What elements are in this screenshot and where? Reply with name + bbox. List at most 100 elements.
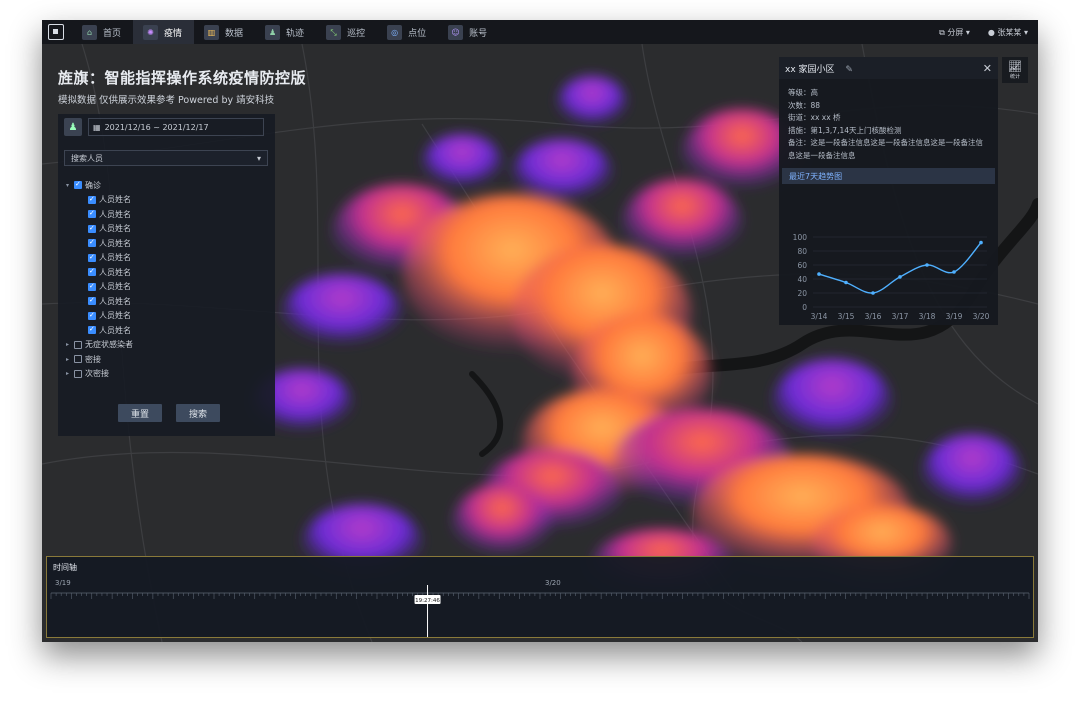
tree-child[interactable]: 人员姓名 <box>66 207 133 222</box>
checkbox[interactable] <box>88 267 96 277</box>
tree-group-label: 密接 <box>85 354 101 364</box>
data-point <box>979 240 983 245</box>
checkbox[interactable] <box>88 253 96 262</box>
tree-child-label: 人员姓名 <box>99 296 131 306</box>
split-screen-button[interactable]: ⧉ 分屏 ▾ <box>939 27 970 38</box>
checkbox[interactable] <box>74 180 82 190</box>
reset-button[interactable]: 重置 <box>118 404 162 422</box>
checkbox[interactable] <box>74 340 82 349</box>
checkbox[interactable] <box>88 325 96 335</box>
location-info-panel: xx 家园小区 ✎ ✕ 等级：高 次数：88 街道：xx xx 桥 措施：第1,… <box>779 57 998 325</box>
y-tick-label: 0 <box>802 303 807 312</box>
user-menu[interactable]: ● 张某某 ▾ <box>988 27 1028 38</box>
x-tick-label: 3/16 <box>865 312 882 321</box>
split-screen-label: 分屏 <box>947 27 964 37</box>
top-nav-bar: ⌂ 首页 ✺ 疫情 ▥ 数据 ♟ 轨迹 ⤡ 巡控 ◎ 点位 ☺ 账号 ⧉ 分屏 ▾ ● 张某某… <box>42 20 1038 44</box>
trend-chart-title: 最近7天趋势图 <box>782 168 995 184</box>
tree-child-label: 人员姓名 <box>99 282 131 292</box>
tree-child[interactable]: 人员姓名 <box>66 280 133 295</box>
date-range-picker[interactable]: ▦ 2021/12/16 ~ 2021/12/17 <box>88 118 264 136</box>
tree-group-secondary-contact[interactable]: ▸ 次密接 <box>66 367 133 382</box>
tree-group-label: 无症状感染者 <box>85 340 133 350</box>
statistics-button[interactable]: 📈︎ 统计 <box>1002 57 1028 83</box>
checkbox[interactable] <box>88 311 96 320</box>
checkbox[interactable] <box>88 238 96 248</box>
nav-item-data[interactable]: ▥ 数据 <box>194 20 255 44</box>
info-panel-title: xx 家园小区 <box>785 64 835 75</box>
nav-item-track[interactable]: ♟ 轨迹 <box>255 20 316 44</box>
caret-collapsed-icon[interactable]: ▸ <box>66 356 74 363</box>
page-subtitle: 模拟数据 仅供展示效果参考 Powered by 靖安科技 <box>58 95 275 106</box>
data-point <box>898 275 902 279</box>
tree-child[interactable]: 人员姓名 <box>66 265 133 280</box>
y-tick-label: 100 <box>793 233 808 242</box>
nav-item-points[interactable]: ◎ 点位 <box>377 20 438 44</box>
data-point <box>844 280 848 285</box>
person-track-icon: ♟ <box>265 24 281 40</box>
tree-child[interactable]: 人员姓名 <box>66 222 133 237</box>
search-button[interactable]: 搜索 <box>176 404 220 422</box>
nav-item-epidemic[interactable]: ✺ 疫情 <box>133 20 195 44</box>
virus-icon: ✺ <box>143 24 159 40</box>
tree-child[interactable]: 人员姓名 <box>66 193 133 208</box>
checkbox[interactable] <box>88 195 96 204</box>
tree-child[interactable]: 人员姓名 <box>66 294 133 309</box>
caret-collapsed-icon[interactable]: ▸ <box>66 341 74 348</box>
scan-frame-icon[interactable] <box>48 24 64 40</box>
chevron-down-icon: ▾ <box>965 27 970 37</box>
nav-label: 账号 <box>469 28 488 39</box>
tree-child-label: 人员姓名 <box>99 209 131 219</box>
tree-group-confirmed[interactable]: ▾ 确诊 <box>66 178 133 193</box>
user-icon: ● <box>987 27 995 37</box>
filter-panel: ♟ ▦2021/12/16 ~ 2021/12/17 搜索人员 ▾ ▾ 确诊 人员姓… <box>58 114 275 436</box>
bar-chart-icon: ▥ <box>204 24 220 40</box>
nav-label: 疫情 <box>164 28 183 39</box>
nav-label: 巡控 <box>347 28 366 39</box>
tree-child[interactable]: 人员姓名 <box>66 251 133 266</box>
checkbox[interactable] <box>88 224 96 233</box>
search-person-select[interactable]: 搜索人员 ▾ <box>64 150 268 166</box>
tree-child-label: 人员姓名 <box>99 325 131 335</box>
tree-group-label: 确诊 <box>85 180 101 190</box>
tree-child-label: 人员姓名 <box>99 224 131 234</box>
y-tick-label: 40 <box>797 275 807 284</box>
nav-label: 首页 <box>103 28 122 39</box>
checkbox[interactable] <box>74 355 82 364</box>
checkbox[interactable] <box>88 209 96 219</box>
nav-item-account[interactable]: ☺ 账号 <box>438 20 499 44</box>
tree-child-label: 人员姓名 <box>99 253 131 263</box>
edit-icon[interactable]: ✎ <box>845 65 853 75</box>
chevron-down-icon: ▾ <box>256 153 261 163</box>
app-window: ⌂ 首页 ✺ 疫情 ▥ 数据 ♟ 轨迹 ⤡ 巡控 ◎ 点位 ☺ 账号 ⧉ 分屏 ▾ ● 张某某… <box>42 20 1038 642</box>
person-filter-button[interactable]: ♟ <box>64 118 82 136</box>
x-tick-label: 3/19 <box>946 312 963 321</box>
tree-group-asymptomatic[interactable]: ▸ 无症状感染者 <box>66 338 133 353</box>
statistics-label: 统计 <box>1009 74 1020 80</box>
checkbox[interactable] <box>74 369 82 378</box>
tree-child[interactable]: 人员姓名 <box>66 309 133 324</box>
tree-group-label: 次密接 <box>85 369 109 379</box>
x-tick-label: 3/14 <box>811 312 828 321</box>
checkbox[interactable] <box>88 296 96 306</box>
x-tick-label: 3/17 <box>892 312 909 321</box>
x-tick-label: 3/20 <box>973 312 990 321</box>
tree-child[interactable]: 人员姓名 <box>66 236 133 251</box>
tree-child-label: 人员姓名 <box>99 195 131 205</box>
date-range-value: 2021/12/16 ~ 2021/12/17 <box>104 122 209 132</box>
checkbox[interactable] <box>88 282 96 291</box>
caret-expanded-icon[interactable]: ▾ <box>66 182 74 189</box>
nav-item-patrol[interactable]: ⤡ 巡控 <box>316 20 377 44</box>
data-point <box>952 270 956 274</box>
timeline-ruler[interactable]: 19:27:46 <box>47 585 1033 637</box>
tree-child[interactable]: 人员姓名 <box>66 323 133 338</box>
nav-label: 轨迹 <box>286 28 305 39</box>
caret-collapsed-icon[interactable]: ▸ <box>66 370 74 377</box>
info-field-remarks: 备注：这是一段备注信息这是一段备注信息这是一段备注信息这是一段备注信息 <box>788 138 983 160</box>
tree-group-close-contact[interactable]: ▸ 密接 <box>66 352 133 367</box>
close-icon[interactable]: ✕ <box>983 62 992 75</box>
info-fields: 等级：高 次数：88 街道：xx xx 桥 措施：第1,3,7,14天上门核酸检… <box>779 79 998 162</box>
trend-chart-icon: 📈︎ <box>1008 60 1022 73</box>
nav-item-home[interactable]: ⌂ 首页 <box>72 20 133 44</box>
calendar-icon: ▦ <box>93 122 101 132</box>
route-icon: ⤡ <box>326 24 342 40</box>
